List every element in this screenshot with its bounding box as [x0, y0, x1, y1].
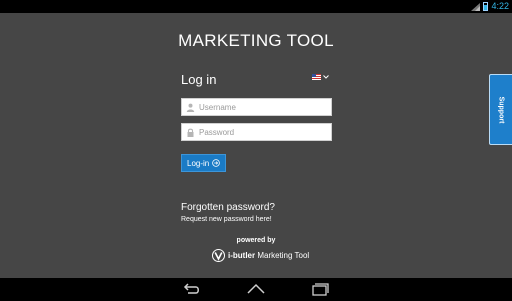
back-icon[interactable] [182, 281, 202, 297]
user-icon [186, 103, 195, 112]
password-field[interactable] [181, 123, 332, 141]
brand-name: i-butler Marketing Tool [228, 251, 309, 260]
brand-name-bold: i-butler [228, 251, 256, 260]
brand-name-rest: Marketing Tool [255, 251, 310, 260]
login-button[interactable]: Log-in [181, 154, 227, 172]
username-input[interactable] [199, 102, 329, 112]
status-icons: 4:22 [471, 0, 509, 13]
status-bar: 4:22 [0, 0, 512, 13]
lock-icon [187, 128, 194, 137]
arrow-circle-icon [212, 159, 221, 167]
forgot-password-title: Forgotten password? [181, 202, 275, 213]
status-time: 4:22 [491, 1, 509, 11]
request-password-link[interactable]: Request new password here! [181, 216, 272, 223]
app-screen: MARKETING TOOL Log in Log-in [0, 13, 512, 278]
recents-icon[interactable] [310, 281, 330, 297]
ibutler-logo-icon [212, 249, 225, 262]
home-icon[interactable] [246, 281, 266, 297]
app-title: MARKETING TOOL [178, 31, 334, 50]
login-heading: Log in [181, 72, 217, 87]
login-button-label: Log-in [187, 158, 210, 168]
support-tab[interactable]: Support [489, 74, 512, 145]
signal-icon [471, 2, 481, 11]
brand-footer: i-butler Marketing Tool [212, 249, 309, 262]
chevron-down-icon [323, 75, 329, 79]
support-label: Support [497, 96, 505, 123]
battery-icon [483, 2, 489, 11]
language-selector[interactable] [312, 74, 329, 80]
navigation-bar [0, 278, 512, 301]
password-input[interactable] [199, 127, 329, 137]
powered-by-label: powered by [236, 237, 276, 244]
username-field[interactable] [181, 98, 332, 116]
us-flag-icon [312, 74, 321, 80]
